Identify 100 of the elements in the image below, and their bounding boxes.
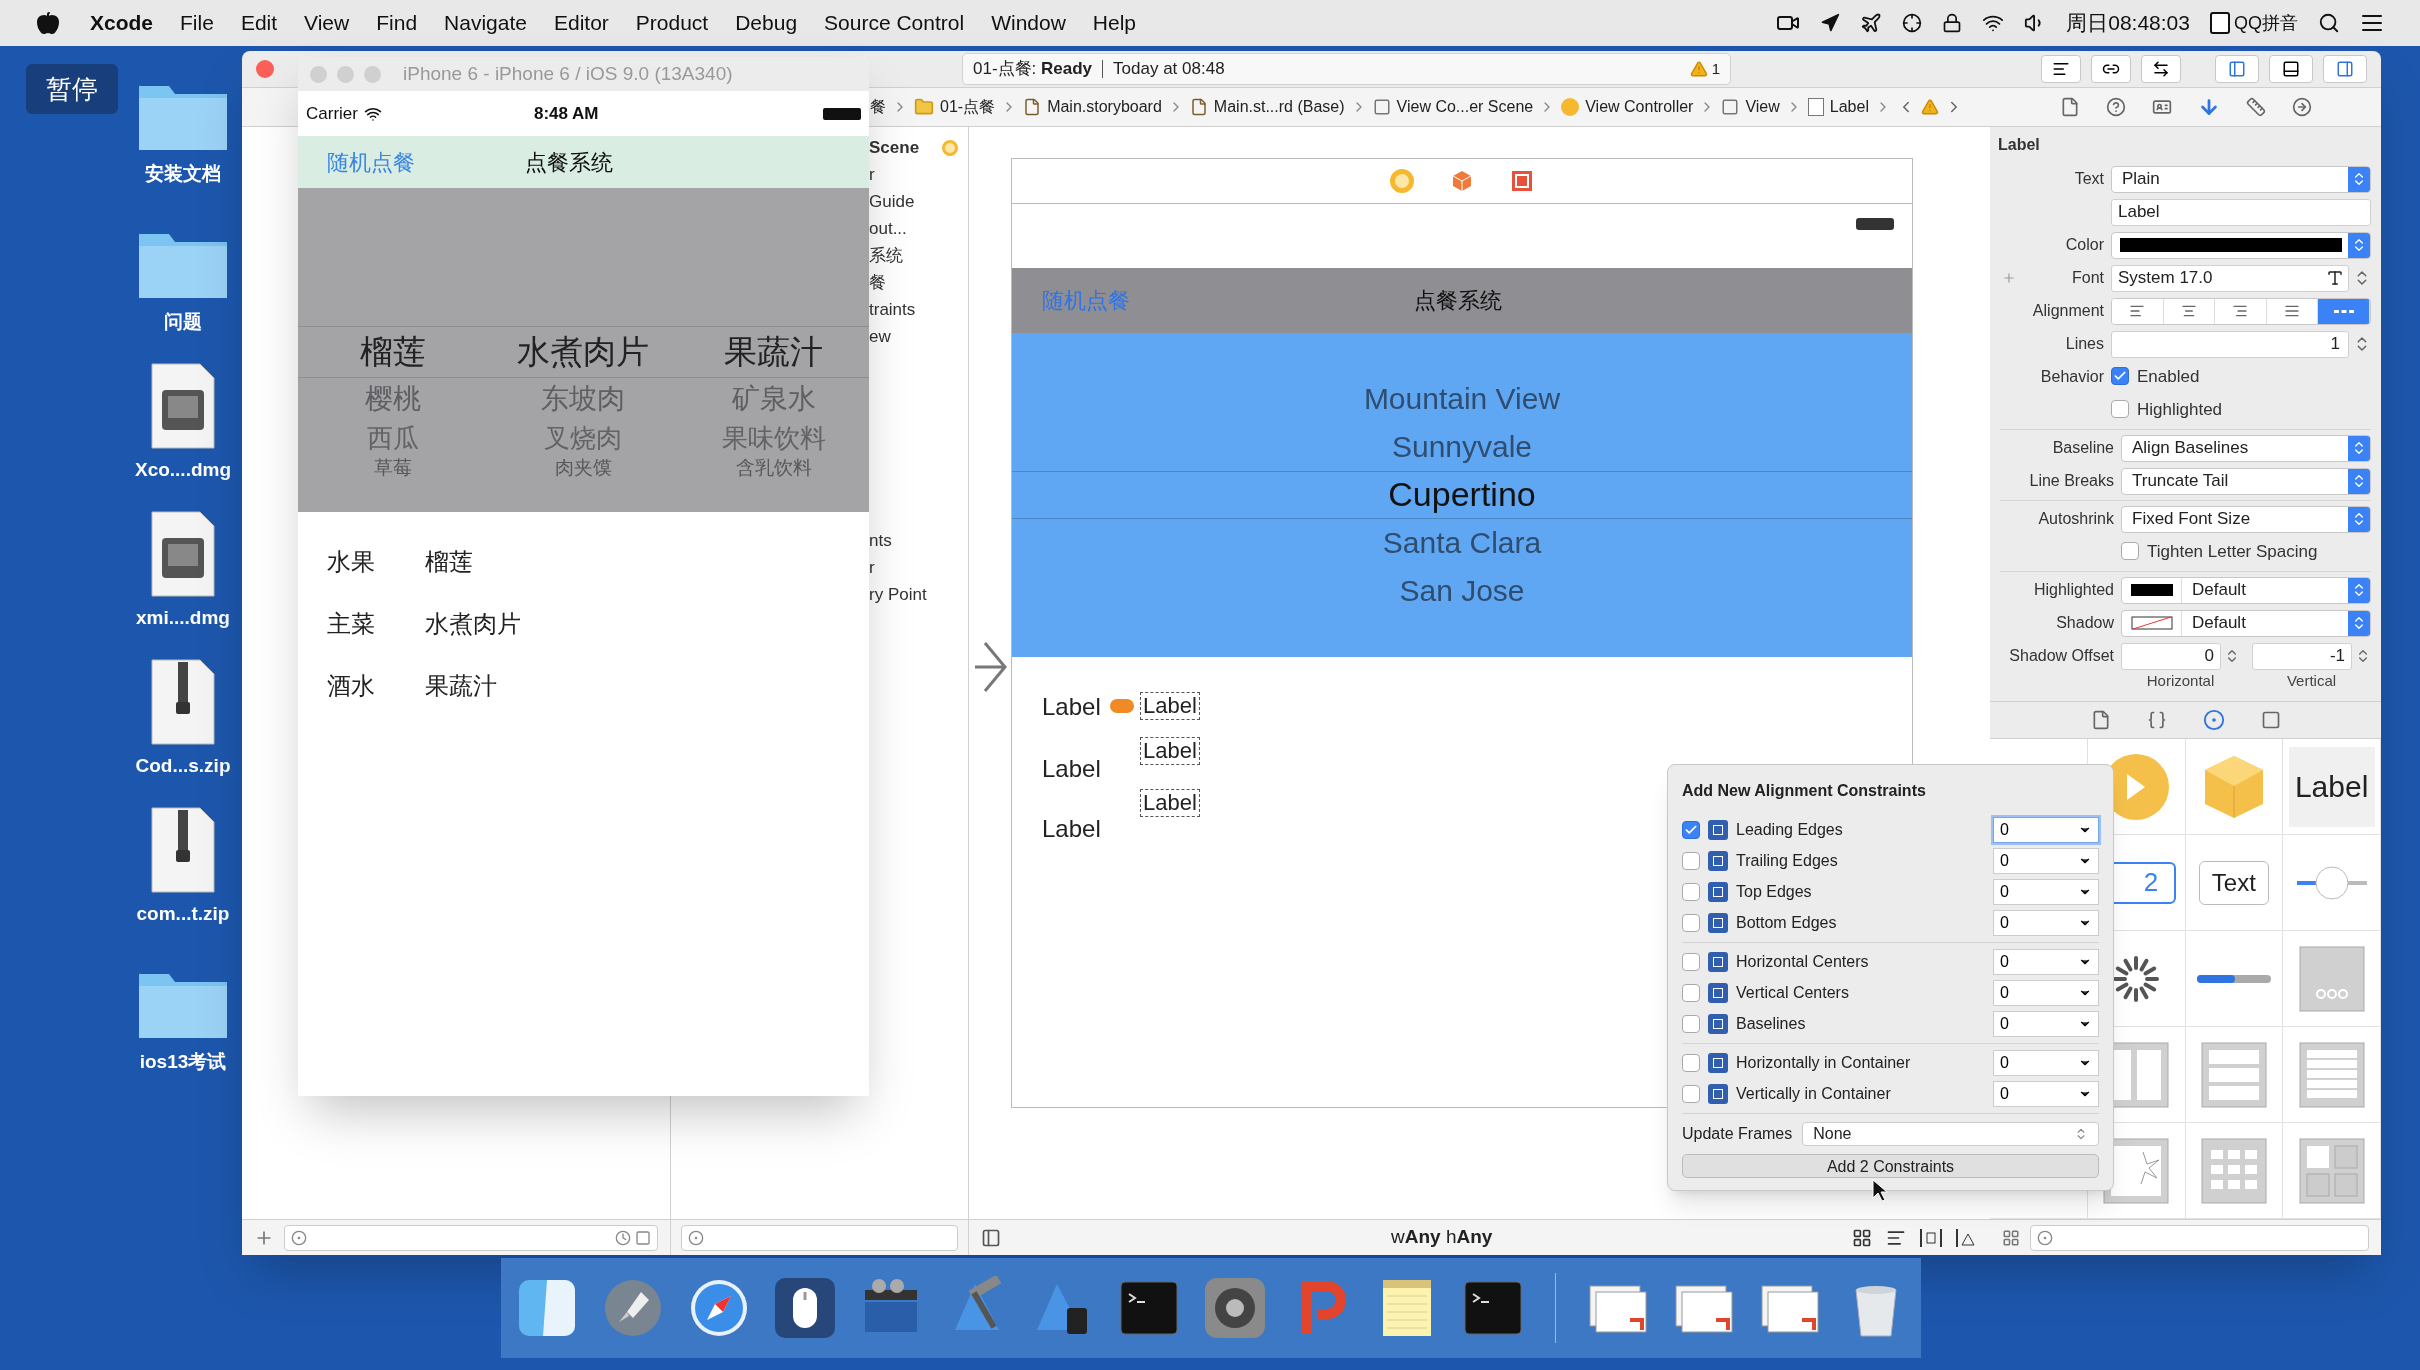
number-field[interactable]: -1	[2252, 642, 2352, 670]
button-tile[interactable]: Text	[2198, 860, 2269, 905]
dropdown[interactable]: Truncate Tail	[2121, 467, 2371, 495]
color-dropdown[interactable]: Default	[2121, 609, 2371, 637]
selected-label-element[interactable]: Label	[1140, 691, 1200, 720]
location-arrow-icon[interactable]	[1820, 13, 1841, 33]
object-library-icon[interactable]	[2202, 709, 2225, 731]
breadcrumb[interactable]: Main.storyboard	[1047, 94, 1162, 119]
warning-count[interactable]: 1	[1711, 57, 1720, 81]
picker-row[interactable]: 果蔬汁	[724, 326, 824, 378]
font-field[interactable]: System 17.0	[2111, 264, 2349, 292]
menu-item[interactable]: File	[180, 7, 214, 39]
breadcrumb[interactable]: 餐	[870, 94, 886, 119]
media-library-icon[interactable]	[2260, 710, 2281, 730]
pin-icon[interactable]	[1920, 1228, 1942, 1247]
picker-row[interactable]: 水煮肉片	[517, 326, 650, 378]
label-element[interactable]: Label	[1042, 810, 1101, 847]
desktop-icon-label[interactable]: Xco....dmg	[134, 455, 232, 484]
dropdown[interactable]: Fixed Font Size	[2121, 505, 2371, 533]
crosshair-icon[interactable]	[1902, 13, 1923, 33]
desktop-icon-label[interactable]: ios13考试	[139, 1047, 227, 1076]
checkbox[interactable]	[1682, 953, 1700, 971]
constant-combo-box[interactable]: 0	[1993, 910, 2099, 936]
menu-item[interactable]: Product	[635, 7, 709, 39]
number-field[interactable]: 1	[2111, 330, 2349, 358]
checkbox[interactable]	[1682, 883, 1700, 901]
mouse-icon[interactable]	[772, 1276, 837, 1340]
desktop-icon-label[interactable]: 问题	[164, 307, 202, 336]
cube-icon[interactable]	[1450, 168, 1474, 193]
filter-field[interactable]	[2030, 1224, 2369, 1251]
menu-clock[interactable]: 周日08:48:03	[2066, 7, 2190, 39]
update-frames-dropdown[interactable]: None	[1802, 1122, 2099, 1146]
resolve-icon[interactable]	[1956, 1228, 1978, 1247]
utilities-toggle-button[interactable]	[2323, 55, 2367, 84]
picker-view[interactable]: 榴莲 樱桃 西瓜 草莓 水煮肉片 东坡肉 叉烧肉 肉夹馍 果蔬汁 矿泉水 果味饮料 含乳饮料	[298, 188, 869, 512]
filter-field[interactable]	[681, 1224, 958, 1251]
menu-item[interactable]: Help	[1092, 7, 1137, 39]
checkbox[interactable]	[2121, 542, 2139, 561]
dropdown[interactable]: Align Baselines	[2121, 434, 2371, 462]
alignment-segment[interactable]	[2112, 298, 2164, 324]
help-icon[interactable]	[2106, 96, 2126, 117]
picker-view[interactable]: Mountain View Sunnyvale Cupertino Santa Clara San Jose	[1012, 332, 1912, 657]
disk-image-icon[interactable]	[148, 509, 218, 598]
outline-item[interactable]: ew	[869, 324, 891, 350]
font-panel-icon[interactable]	[2326, 269, 2344, 287]
add-constraints-button[interactable]: Add 2 Constraints	[1682, 1154, 2099, 1178]
menu-item[interactable]: Window	[991, 7, 1066, 39]
breadcrumb[interactable]: View	[1745, 94, 1780, 119]
warning-icon[interactable]	[1689, 60, 1708, 79]
connections-icon[interactable]	[2292, 96, 2312, 117]
label-tile[interactable]: Label	[2288, 746, 2375, 827]
debug-area-toggle-button[interactable]	[2269, 55, 2313, 84]
menu-item[interactable]: Find	[376, 7, 418, 39]
menu-item[interactable]: Xcode	[90, 7, 154, 39]
close-window-button[interactable]	[256, 60, 274, 79]
breadcrumb[interactable]: Label	[1829, 94, 1869, 119]
constant-combo-box[interactable]: 0	[1993, 1050, 2099, 1076]
input-method-label[interactable]: QQ拼音	[2234, 9, 2298, 37]
desktop-icon-label[interactable]: com...t.zip	[136, 899, 230, 928]
breadcrumb[interactable]: View Co...er Scene	[1396, 94, 1534, 119]
label-element[interactable]: Label	[1042, 750, 1101, 787]
text-field[interactable]: Label	[2111, 198, 2371, 226]
outline-item[interactable]: 餐	[869, 270, 886, 296]
checkbox[interactable]	[2111, 367, 2129, 386]
apple-icon[interactable]	[36, 11, 60, 35]
gear-icon[interactable]	[1202, 1276, 1267, 1340]
desktop-icon-label[interactable]: Cod...s.zip	[135, 751, 231, 780]
outline-item[interactable]: r	[869, 555, 875, 581]
outline-toggle-icon[interactable]	[981, 1227, 1001, 1248]
breadcrumb[interactable]: Main.st...rd (Base)	[1213, 94, 1345, 119]
version-editor-button[interactable]	[2141, 55, 2181, 84]
standard-editor-button[interactable]	[2041, 55, 2081, 84]
constant-combo-box[interactable]: 0	[1993, 879, 2099, 905]
menu-item[interactable]: Debug	[735, 7, 798, 39]
menu-item[interactable]: Source Control	[824, 7, 965, 39]
ruler-icon[interactable]	[2246, 96, 2266, 117]
disk-image-icon[interactable]	[148, 361, 218, 450]
menu-item[interactable]: View	[304, 7, 350, 39]
square-icon[interactable]	[635, 1229, 651, 1246]
progress-bar-icon[interactable]	[2196, 973, 2271, 984]
constant-combo-box[interactable]: 0	[1993, 817, 2099, 843]
clock-icon[interactable]	[615, 1229, 631, 1246]
desktop-icon-label[interactable]: 安装文档	[145, 159, 221, 188]
number-field[interactable]: 0	[2121, 642, 2221, 670]
input-method-icon[interactable]	[2210, 12, 2230, 34]
checkbox[interactable]	[1682, 852, 1700, 870]
constant-combo-box[interactable]: 0	[1993, 980, 2099, 1006]
checkbox[interactable]	[1682, 1054, 1700, 1072]
selected-label-element[interactable]: Label	[1140, 788, 1200, 817]
checkbox[interactable]	[1682, 1085, 1700, 1103]
picker-row[interactable]: 榴莲	[360, 326, 427, 378]
dropdown[interactable]: Plain	[2111, 165, 2371, 193]
alignment-segment[interactable]	[2318, 298, 2370, 324]
stack-icon[interactable]	[1852, 1227, 1872, 1248]
warning-icon[interactable]	[1920, 97, 1939, 116]
assistant-editor-button[interactable]	[2091, 55, 2131, 84]
breadcrumb[interactable]: 01-点餐	[940, 94, 996, 119]
outline-item[interactable]: nts	[869, 528, 892, 554]
menu-item[interactable]: Navigate	[444, 7, 527, 39]
outline-item[interactable]: 系统	[869, 243, 903, 269]
